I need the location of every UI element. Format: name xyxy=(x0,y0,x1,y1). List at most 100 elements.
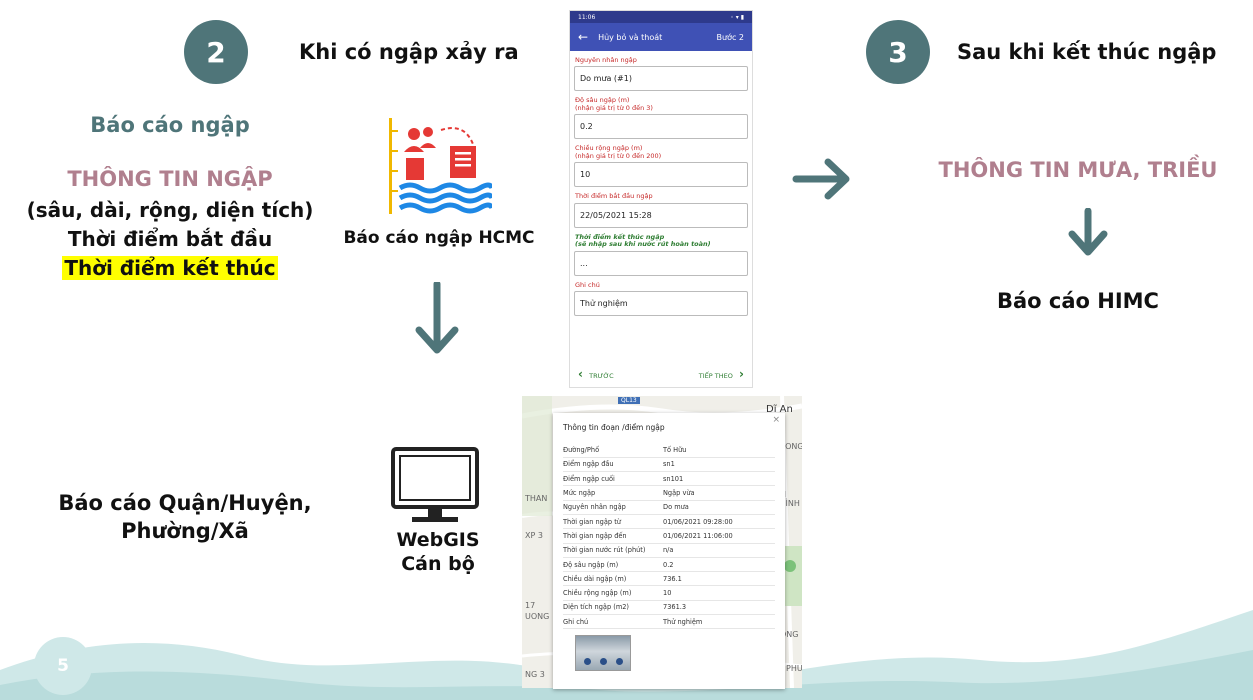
monitor-icon xyxy=(391,447,479,522)
row-key: Nguyên nhân ngập xyxy=(563,500,663,515)
step-indicator: Bước 2 xyxy=(716,32,744,42)
table-row: Mức ngập Ngập vừa xyxy=(563,485,775,501)
row-key: Điểm ngập cuối xyxy=(563,471,663,487)
form-field-label: Độ sâu ngập (m) (nhận giá trị từ 0 đến 3… xyxy=(575,96,653,112)
himc-report-label: Báo cáo HIMC xyxy=(997,289,1159,313)
table-row: Thời gian nước rút (phút) n/a xyxy=(563,543,775,558)
flood-info-popup: Thông tin đoạn /điểm ngập × Đường/Phố Tố … xyxy=(553,413,785,689)
arrow-down-icon xyxy=(415,282,459,354)
row-key: Thời gian ngập đến xyxy=(563,528,663,544)
phone-form: Nguyên nhân ngập Do mưa (#1) Độ sâu ngập (… xyxy=(570,56,752,317)
form-field-label: Thời điểm kết thúc ngập (sẽ nhập sau khi… xyxy=(575,232,711,249)
table-row: Thời gian ngập từ 01/06/2021 09:28:00 xyxy=(563,514,775,530)
row-value: Ngập vừa xyxy=(663,485,775,501)
flood-info-line-1: (sâu, dài, rộng, diện tích) xyxy=(26,198,314,222)
phone-status-bar: 11:06 ◦ ▾ ▮ xyxy=(570,11,752,23)
flood-report-heading: Báo cáo ngập xyxy=(90,113,250,137)
table-row: Điểm ngập cuối sn101 xyxy=(563,471,775,487)
flood-info-line-3-highlight: Thời điểm kết thúc xyxy=(62,256,278,280)
map-place-left-4: UONG xyxy=(525,612,550,621)
table-row: Độ sâu ngập (m) 0.2 xyxy=(563,557,775,573)
map-place-left-1: THAN xyxy=(525,494,548,503)
phone-nav-bar: ‹ TRƯỚC TIẾP THEO › xyxy=(570,361,752,387)
row-value: 7361.3 xyxy=(663,600,775,616)
form-field-label: Ghi chú xyxy=(575,280,600,289)
webgis-label: WebGIS Cán bộ xyxy=(368,528,508,576)
row-key: Chiều dài ngập (m) xyxy=(563,571,663,587)
back-arrow-icon[interactable]: ← xyxy=(578,30,588,44)
row-key: Thời gian ngập từ xyxy=(563,514,663,530)
table-row: Điểm ngập đầu sn1 xyxy=(563,457,775,473)
webgis-line-2: Cán bộ xyxy=(401,553,475,575)
table-row: Diện tích ngập (m2) 7361.3 xyxy=(563,600,775,616)
webgis-line-1: WebGIS xyxy=(396,529,480,551)
flood-report-app-icon xyxy=(389,118,492,214)
form-field-input[interactable]: ... xyxy=(574,250,748,276)
chevron-left-icon: ‹ xyxy=(578,367,583,381)
row-key: Chiều rộng ngập (m) xyxy=(563,585,663,601)
row-value: 736.1 xyxy=(663,571,775,587)
cancel-exit-button[interactable]: Hủy bỏ và thoát xyxy=(598,33,662,42)
district-report-line-2: Phường/Xã xyxy=(121,519,249,543)
form-field-input[interactable]: 22/05/2021 15:28 xyxy=(574,202,748,228)
row-value: sn101 xyxy=(663,471,775,487)
road-badge: QL13 xyxy=(618,397,640,404)
row-key: Điểm ngập đầu xyxy=(563,457,663,473)
photo-figure xyxy=(600,658,607,665)
form-field-input[interactable]: Thử nghiệm xyxy=(574,291,748,317)
form-field-input[interactable]: Do mưa (#1) xyxy=(574,66,748,92)
row-value: 10 xyxy=(663,585,775,601)
table-row: Chiều rộng ngập (m) 10 xyxy=(563,585,775,601)
prev-button[interactable]: ‹ TRƯỚC xyxy=(578,367,614,381)
phone-toolbar: ← Hủy bỏ và thoát Bước 2 xyxy=(570,23,752,51)
row-key: Ghi chú xyxy=(563,614,663,630)
flood-info-line-2: Thời điểm bắt đầu xyxy=(67,227,273,251)
form-field-input[interactable]: 0.2 xyxy=(574,114,748,140)
step-2-title: Khi có ngập xảy ra xyxy=(299,40,519,64)
map-place-left-3: 17 xyxy=(525,601,536,610)
row-key: Độ sâu ngập (m) xyxy=(563,557,663,573)
form-field-label: Chiều rộng ngập (m) (nhận giá trị từ 0 đ… xyxy=(575,144,662,160)
map-place-bottom-left: NG 3 xyxy=(525,670,545,679)
map-place-left-2: XP 3 xyxy=(525,531,543,540)
row-value: n/a xyxy=(663,543,775,558)
row-value: Do mưa xyxy=(663,500,775,515)
district-report-text: Báo cáo Quận/Huyện, Phường/Xã xyxy=(40,489,330,545)
rain-tide-info-title: THÔNG TIN MƯA, TRIỀU xyxy=(938,158,1218,182)
close-icon[interactable]: × xyxy=(772,415,780,425)
table-row: Nguyên nhân ngập Do mưa xyxy=(563,500,775,515)
next-label: TIẾP THEO xyxy=(698,372,733,380)
phone-status-time: 11:06 xyxy=(578,13,596,21)
form-field-label: Thời điểm bắt đầu ngập xyxy=(575,192,653,201)
row-key: Mức ngập xyxy=(563,485,663,501)
popup-title: Thông tin đoạn /điểm ngập xyxy=(563,423,665,432)
form-field-input[interactable]: 10 xyxy=(574,162,748,188)
phone-status-icons: ◦ ▾ ▮ xyxy=(730,13,744,21)
row-value: 0.2 xyxy=(663,557,775,573)
table-row: Ghi chú Thử nghiệm xyxy=(563,614,775,630)
row-value: Tố Hữu xyxy=(663,443,775,458)
step-3-badge: 3 xyxy=(866,20,930,84)
district-report-line-1: Báo cáo Quận/Huyện, xyxy=(58,491,312,515)
flood-info-title: THÔNG TIN NGẬP xyxy=(67,167,273,191)
map-place-right-4: PHU xyxy=(786,664,802,673)
row-key: Thời gian nước rút (phút) xyxy=(563,543,663,558)
table-row: Thời gian ngập đến 01/06/2021 11:06:00 xyxy=(563,528,775,544)
flood-photo-thumbnail[interactable] xyxy=(575,635,631,671)
row-value: Thử nghiệm xyxy=(663,614,775,630)
form-field-label: Nguyên nhân ngập xyxy=(575,56,637,64)
arrow-down-small-icon xyxy=(1068,208,1108,256)
row-key: Đường/Phố xyxy=(563,443,663,458)
flood-info-details: (sâu, dài, rộng, diện tích) Thời điểm bắ… xyxy=(10,196,330,283)
table-row: Chiều dài ngập (m) 736.1 xyxy=(563,571,775,587)
step-3-title: Sau khi kết thúc ngập xyxy=(957,40,1217,64)
row-value: 01/06/2021 11:06:00 xyxy=(663,528,775,544)
next-button[interactable]: TIẾP THEO › xyxy=(699,367,744,381)
table-row: Đường/Phố Tố Hữu xyxy=(563,443,775,458)
page-number: 5 xyxy=(34,637,92,695)
popup-table: Đường/Phố Tố Hữu Điểm ngập đầu sn1 Điểm ngập… xyxy=(563,443,775,630)
prev-label: TRƯỚC xyxy=(589,372,614,380)
photo-figure xyxy=(584,658,591,665)
row-value: sn1 xyxy=(663,457,775,473)
row-value: 01/06/2021 09:28:00 xyxy=(663,514,775,530)
